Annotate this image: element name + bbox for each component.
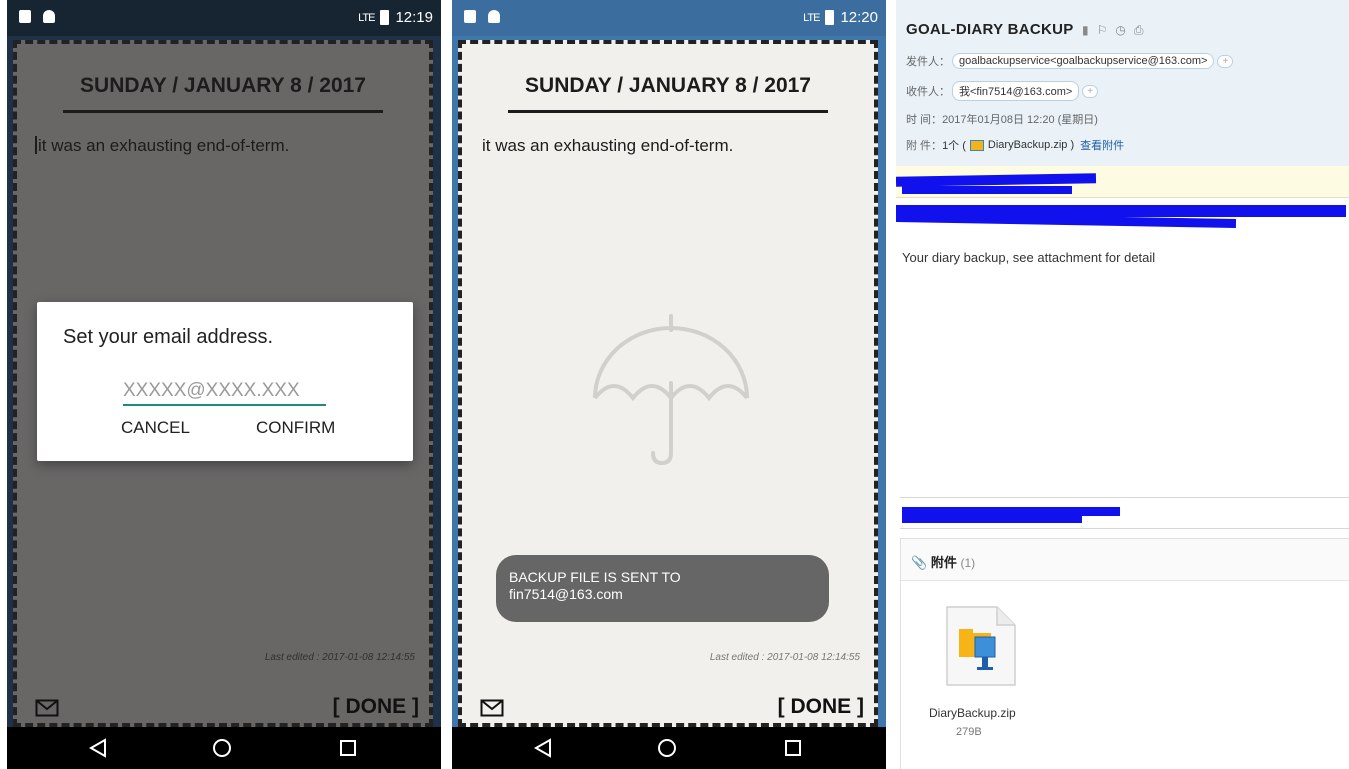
attachments-panel: 📎 附件 (1) DiaryBackup.zip 279B — [900, 538, 1349, 769]
bookmark-icon[interactable]: ▮ — [1082, 23, 1089, 38]
email-header: GOAL-DIARY BACKUP ▮ ⚐ ◷ ⎙ 发件人： goalbacku… — [896, 0, 1349, 166]
time-row: 时 间： 2017年01月08日 12:20 (星期日) — [906, 111, 1098, 127]
attachment-file-name[interactable]: DiaryBackup.zip — [929, 706, 1016, 720]
add-contact-icon[interactable]: + — [1217, 54, 1234, 68]
phone-screen-dialog: LTE 12:19 SUNDAY / JANUARY 8 / 2017 it w… — [7, 0, 441, 769]
email-field[interactable] — [123, 378, 326, 406]
email-body: Your diary backup, see attachment for de… — [902, 250, 1156, 265]
email-subject: GOAL-DIARY BACKUP — [906, 21, 1074, 38]
sd-card-icon — [19, 10, 31, 23]
flag-icon[interactable]: ⚐ — [1097, 23, 1108, 38]
umbrella-icon — [593, 314, 749, 466]
divider — [900, 528, 1349, 529]
home-icon[interactable] — [211, 737, 233, 759]
mail-icon[interactable] — [35, 699, 59, 717]
print-icon[interactable]: ⎙ — [1134, 23, 1144, 38]
mail-icon[interactable] — [480, 699, 504, 717]
status-bar: LTE 12:20 — [452, 0, 886, 36]
attachments-count: (1) — [960, 556, 976, 570]
back-icon[interactable] — [532, 737, 554, 759]
zip-file-icon[interactable] — [945, 605, 1017, 687]
status-bar: LTE 12:19 — [7, 0, 441, 36]
from-address[interactable]: goalbackupservice<goalbackupservice@163.… — [952, 53, 1215, 69]
signal-icon: LTE — [358, 11, 375, 24]
attach-filename: DiaryBackup.zip ) — [987, 139, 1075, 151]
toast-line-1: BACKUP FILE IS SENT TO — [509, 569, 681, 585]
title-divider — [63, 110, 383, 113]
title-divider — [508, 110, 828, 113]
status-time: 12:20 — [840, 9, 878, 26]
clock-icon[interactable]: ◷ — [1115, 23, 1125, 38]
bottom-toolbar: [ DONE ] — [462, 695, 874, 727]
from-row: 发件人： goalbackupservice<goalbackupservice… — [906, 53, 1234, 69]
android-icon — [43, 10, 55, 23]
signal-icon: LTE — [803, 11, 820, 24]
diary-entry-content: it was an exhausting end-of-term. — [38, 136, 290, 155]
date-title: SUNDAY / JANUARY 8 / 2017 — [80, 74, 366, 97]
to-label: 收件人： — [906, 86, 950, 98]
paperclip-icon: 📎 — [911, 555, 928, 570]
from-label: 发件人： — [906, 56, 950, 68]
time-label: 时 间： — [906, 114, 943, 126]
last-edited-text: Last edited : 2017-01-08 12:14:55 — [264, 652, 415, 663]
phone-screen-toast: LTE 12:20 SUNDAY / JANUARY 8 / 2017 it w… — [452, 0, 886, 769]
android-icon — [488, 10, 500, 23]
recent-apps-icon[interactable] — [337, 737, 359, 759]
toast-message: BACKUP FILE IS SENT TO fin7514@163.com — [496, 555, 829, 622]
email-view: GOAL-DIARY BACKUP ▮ ⚐ ◷ ⎙ 发件人： goalbacku… — [896, 0, 1349, 769]
add-contact-icon[interactable]: + — [1082, 84, 1099, 98]
attachment-row: 附 件： 1个 ( DiaryBackup.zip ) 查看附件 — [906, 137, 1124, 153]
confirm-button[interactable]: CONFIRM — [256, 418, 335, 438]
attach-label: 附 件： — [906, 140, 943, 152]
email-dialog: Set your email address. CANCEL CONFIRM — [37, 302, 413, 461]
recent-apps-icon[interactable] — [782, 737, 804, 759]
battery-icon — [380, 10, 390, 25]
attach-count: 1个 ( — [942, 140, 966, 152]
dialog-title: Set your email address. — [63, 326, 274, 348]
diary-entry-text[interactable]: it was an exhausting end-of-term. — [35, 136, 289, 156]
redaction-mark — [902, 186, 1072, 194]
zip-file-icon — [969, 139, 984, 151]
text-cursor — [35, 136, 37, 154]
home-icon[interactable] — [656, 737, 678, 759]
diary-page: SUNDAY / JANUARY 8 / 2017 it was an exha… — [458, 40, 878, 727]
divider — [900, 497, 1349, 498]
time-value: 2017年01月08日 12:20 (星期日) — [942, 114, 1098, 126]
attachment-file-size: 279B — [956, 726, 982, 738]
subject-actions: ▮ ⚐ ◷ ⎙ — [1082, 23, 1143, 38]
bottom-toolbar: [ DONE ] — [17, 695, 429, 727]
attachments-header: 📎 附件 (1) — [901, 539, 1349, 581]
sd-card-icon — [464, 10, 476, 23]
done-button[interactable]: [ DONE ] — [778, 695, 864, 719]
navigation-bar — [452, 727, 886, 769]
cancel-button[interactable]: CANCEL — [121, 418, 190, 438]
attachments-label: 附件 — [930, 555, 957, 570]
view-attachment-link[interactable]: 查看附件 — [1080, 137, 1124, 153]
navigation-bar — [7, 727, 441, 769]
attachments-title: 📎 附件 (1) — [911, 552, 975, 571]
diary-frame: SUNDAY / JANUARY 8 / 2017 it was an exha… — [452, 36, 886, 727]
to-row: 收件人： 我<fin7514@163.com> + — [906, 81, 1099, 101]
toast-line-2: fin7514@163.com — [509, 586, 623, 602]
diary-entry-text[interactable]: it was an exhausting end-of-term. — [482, 136, 733, 156]
redaction-mark — [902, 515, 1082, 523]
to-address[interactable]: 我<fin7514@163.com> — [952, 81, 1080, 101]
done-button[interactable]: [ DONE ] — [333, 695, 419, 719]
battery-icon — [825, 10, 835, 25]
last-edited-text: Last edited : 2017-01-08 12:14:55 — [709, 652, 860, 663]
date-title: SUNDAY / JANUARY 8 / 2017 — [525, 74, 811, 97]
back-icon[interactable] — [87, 737, 109, 759]
status-time: 12:19 — [395, 9, 433, 26]
